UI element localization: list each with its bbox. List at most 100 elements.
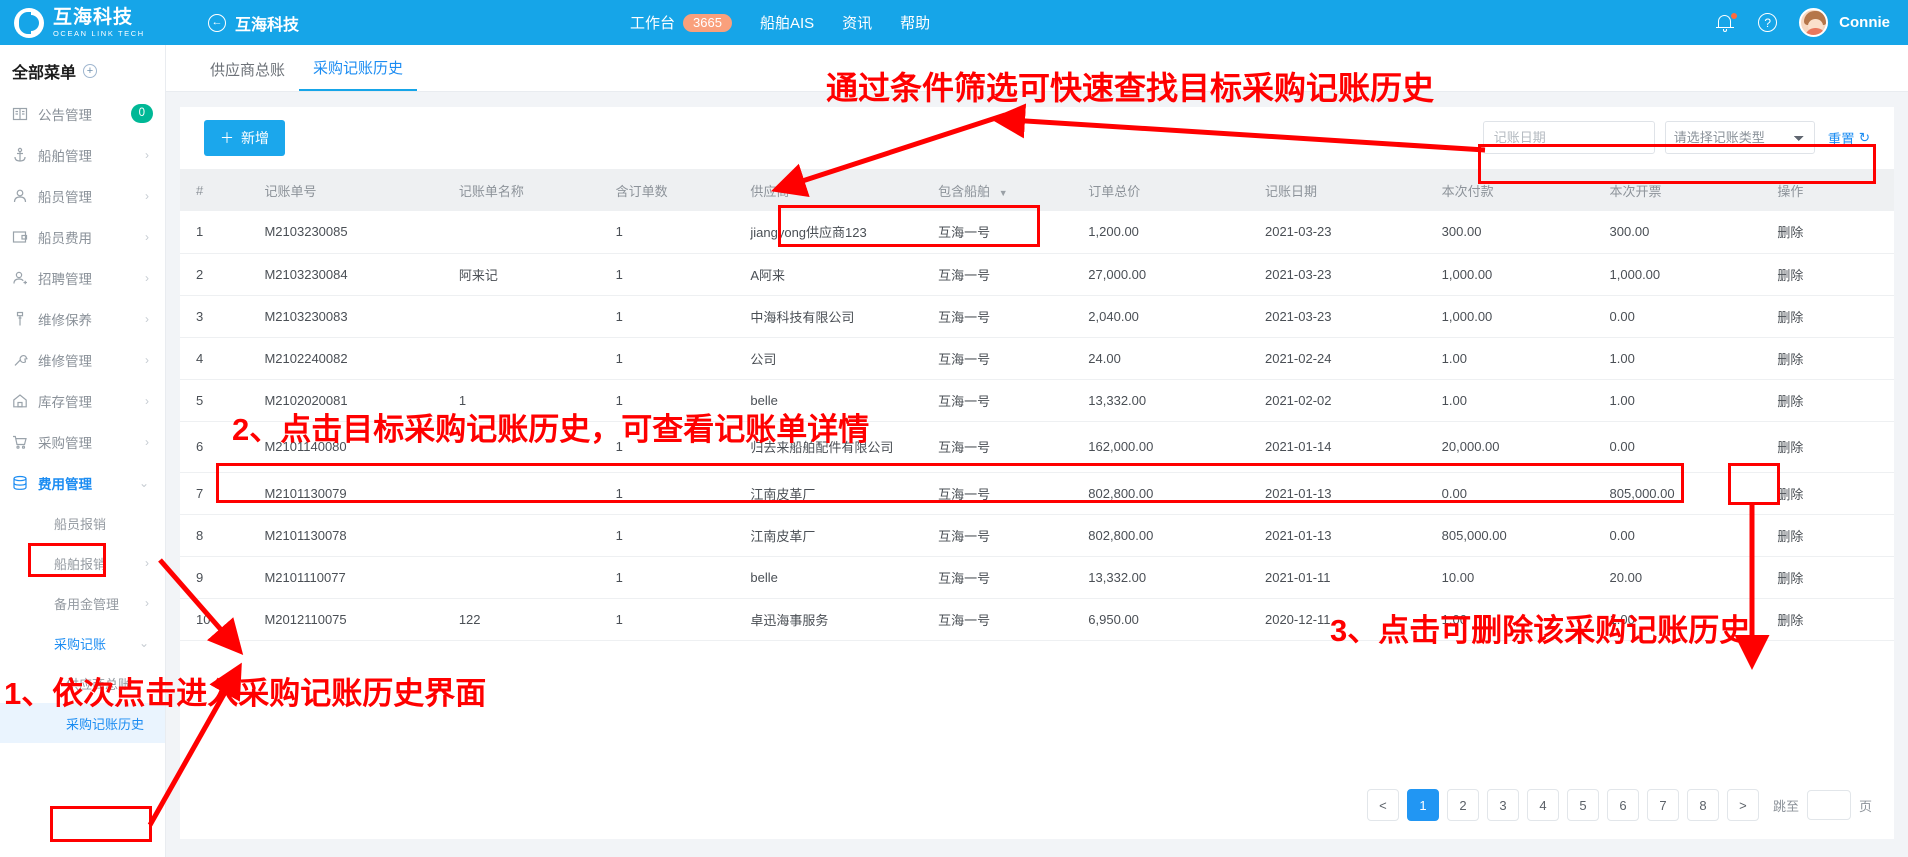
table-row[interactable]: 7 M2101130079 1 江南皮革厂 互海一号 802,800.00 20… — [180, 472, 1894, 515]
sidebar-item-crew-expense[interactable]: 船员费用 › — [0, 216, 165, 257]
delete-link[interactable]: 删除 — [1761, 253, 1894, 296]
tab-supplier-ledger[interactable]: 供应商总账 — [196, 59, 299, 91]
back-arrow-icon[interactable]: ← — [208, 13, 226, 32]
cell-invoiced: 1.00 — [1593, 598, 1762, 641]
pagination-page-8[interactable]: 8 — [1686, 789, 1719, 821]
delete-link[interactable]: 删除 — [1761, 295, 1894, 338]
delete-link[interactable]: 删除 — [1761, 379, 1894, 422]
pagination-prev[interactable]: < — [1366, 789, 1399, 821]
cell-paid: 1.00 — [1425, 598, 1594, 641]
topnav-item-ais[interactable]: 船舶AIS — [760, 12, 814, 33]
cell-date: 2021-01-13 — [1248, 472, 1426, 515]
sidebar-subitem-purchase-accounting[interactable]: 采购记账 ⌄ — [0, 623, 165, 663]
anchor-icon — [12, 147, 38, 163]
cell-invoiced: 0.00 — [1593, 421, 1762, 473]
tab-bar: 供应商总账 采购记账历史 — [166, 45, 1908, 92]
sidebar-item-maintenance-upkeep[interactable]: 维修保养 › — [0, 298, 165, 339]
delete-link[interactable]: 删除 — [1761, 337, 1894, 380]
tab-purchase-history[interactable]: 采购记账历史 — [299, 57, 418, 91]
accounting-type-select[interactable]: 请选择记账类型 — [1664, 121, 1815, 154]
sidebar-item-announcement[interactable]: 公告管理 0 — [0, 93, 165, 134]
brand-logo-area[interactable]: 互海科技 OCEAN LINK TECH — [0, 7, 200, 38]
table-row[interactable]: 8 M2101130078 1 江南皮革厂 互海一号 802,800.00 20… — [180, 514, 1894, 557]
sidebar-label-announcement: 公告管理 — [38, 107, 92, 123]
cell-ship: 互海一号 — [922, 253, 1073, 296]
cell-invoiced: 1.00 — [1593, 379, 1762, 422]
workbench-count-badge: 3665 — [683, 13, 732, 32]
pagination-page-3[interactable]: 3 — [1486, 789, 1519, 821]
delete-link[interactable]: 删除 — [1761, 421, 1894, 473]
back-navigation[interactable]: ← 互海科技 — [208, 11, 299, 35]
table-row[interactable]: 5 M2102020081 1 1 belle 互海一号 13,332.00 2… — [180, 379, 1894, 422]
cell-invoiced: 0.00 — [1593, 514, 1762, 557]
pagination-next[interactable]: > — [1726, 789, 1759, 821]
cell-order-count: 1 — [599, 337, 735, 380]
cell-invoiced: 300.00 — [1593, 211, 1762, 254]
delete-link[interactable]: 删除 — [1761, 514, 1894, 557]
cell-ship: 互海一号 — [922, 211, 1073, 254]
table-row[interactable]: 3 M2103230083 1 中海科技有限公司 互海一号 2,040.00 2… — [180, 295, 1894, 338]
table-row[interactable]: 1 M2103230085 1 jiangyong供应商123 互海一号 1,2… — [180, 211, 1894, 254]
sidebar-item-inventory[interactable]: 库存管理 › — [0, 380, 165, 421]
delete-link[interactable]: 删除 — [1761, 211, 1894, 254]
topnav-item-help[interactable]: 帮助 — [900, 12, 930, 33]
sidebar-label-inventory: 库存管理 — [38, 394, 92, 410]
app-root: 互海科技 OCEAN LINK TECH ← 互海科技 工作台 3665 船舶A… — [0, 0, 1908, 857]
help-question-icon[interactable]: ? — [1758, 13, 1778, 32]
chevron-right-icon: › — [145, 229, 149, 244]
topnav-item-workbench[interactable]: 工作台 3665 — [630, 12, 732, 33]
filter-group: 请选择记账类型 重置 ↻ — [1482, 121, 1870, 154]
chevron-right-icon: › — [145, 270, 149, 285]
jump-to-input[interactable] — [1806, 790, 1851, 820]
sort-down-icon[interactable]: ▼ — [798, 188, 807, 198]
delete-link[interactable]: 删除 — [1761, 472, 1894, 515]
main-content: 供应商总账 采购记账历史 ＋ 新增 请选择记账类型 重置 ↻ — [166, 45, 1908, 857]
add-button[interactable]: ＋ 新增 — [204, 120, 285, 156]
table-row[interactable]: 9 M2101110077 1 belle 互海一号 13,332.00 202… — [180, 556, 1894, 599]
add-menu-icon[interactable]: + — [83, 64, 98, 78]
topnav-label-news: 资讯 — [842, 15, 873, 32]
accounting-date-input[interactable] — [1482, 121, 1655, 154]
table-row[interactable]: 10 M2012110075 122 1 卓迅海事服务 互海一号 6,950.0… — [180, 598, 1894, 641]
sidebar-item-expense-management[interactable]: 费用管理 ⌄ — [0, 462, 165, 503]
reset-button[interactable]: 重置 ↻ — [1828, 128, 1870, 148]
cell-index: 2 — [180, 253, 249, 296]
sidebar-item-vessel[interactable]: 船舶管理 › — [0, 134, 165, 175]
col-supplier[interactable]: 供应商 ▼ — [734, 169, 923, 211]
topnav-item-news[interactable]: 资讯 — [842, 12, 872, 33]
table-toolbar: ＋ 新增 请选择记账类型 重置 ↻ — [180, 107, 1894, 169]
cell-order-count: 1 — [599, 379, 735, 422]
notification-bell-icon[interactable] — [1716, 12, 1738, 34]
cell-supplier: 江南皮革厂 — [734, 472, 923, 515]
pagination-page-4[interactable]: 4 — [1526, 789, 1559, 821]
sidebar-subitem-petty-cash[interactable]: 备用金管理 › — [0, 583, 165, 623]
cell-paid: 1.00 — [1425, 379, 1594, 422]
pagination-page-2[interactable]: 2 — [1446, 789, 1479, 821]
cell-order-name — [442, 421, 600, 473]
sidebar-subitem-crew-reimbursement[interactable]: 船员报销 — [0, 503, 165, 543]
delete-link[interactable]: 删除 — [1761, 556, 1894, 599]
pagination-page-7[interactable]: 7 — [1646, 789, 1679, 821]
sidebar-sublabel-purchase-history: 采购记账历史 — [66, 716, 145, 732]
sidebar-item-crew[interactable]: 船员管理 › — [0, 175, 165, 216]
sidebar-subitem-supplier-ledger[interactable]: 供应商总账 — [0, 663, 165, 703]
pagination-page-6[interactable]: 6 — [1606, 789, 1639, 821]
book-icon — [12, 106, 38, 122]
user-menu[interactable]: Connie — [1799, 8, 1890, 37]
table-row[interactable]: 4 M2102240082 1 公司 互海一号 24.00 2021-02-24… — [180, 337, 1894, 380]
sort-down-icon[interactable]: ▼ — [999, 188, 1008, 198]
table-row[interactable]: 2 M2103230084 阿来记 1 A阿来 互海一号 27,000.00 2… — [180, 253, 1894, 296]
sidebar-item-recruitment[interactable]: 招聘管理 › — [0, 257, 165, 298]
username-label: Connie — [1839, 14, 1890, 31]
table-row[interactable]: 6 M2101140080 1 归去来船舶配件有限公司 互海一号 162,000… — [180, 421, 1894, 473]
sidebar-subitem-purchase-history[interactable]: 采购记账历史 — [0, 703, 165, 743]
sidebar-subitem-vessel-reimbursement[interactable]: 船舶报销 › — [0, 543, 165, 583]
sidebar-item-repair-management[interactable]: 维修管理 › — [0, 339, 165, 380]
pagination-page-1[interactable]: 1 — [1406, 789, 1439, 821]
delete-link[interactable]: 删除 — [1761, 598, 1894, 641]
sidebar-item-purchasing[interactable]: 采购管理 › — [0, 421, 165, 462]
topnav-label-help: 帮助 — [900, 15, 931, 32]
cell-paid: 20,000.00 — [1425, 421, 1594, 473]
col-ship[interactable]: 包含船舶 ▼ — [922, 169, 1073, 211]
pagination-page-5[interactable]: 5 — [1566, 789, 1599, 821]
